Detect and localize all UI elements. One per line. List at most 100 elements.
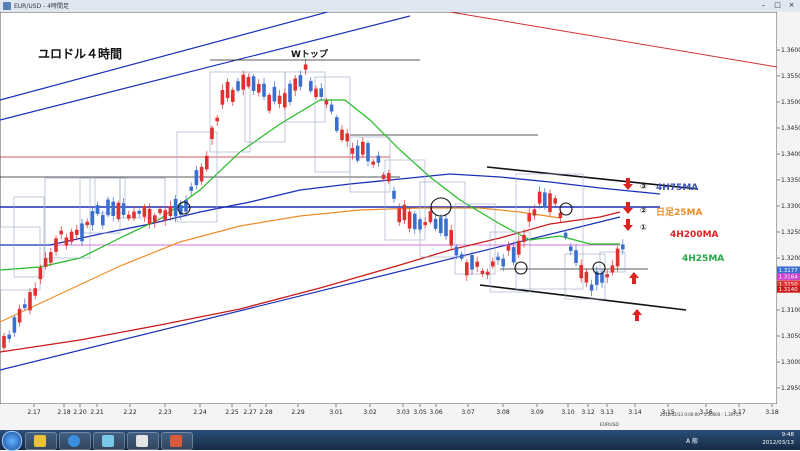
ime-indicator[interactable]: A 般 (686, 436, 698, 445)
candle-up (189, 186, 193, 191)
candle-down (43, 258, 48, 267)
x-tick-label: 2.23 (158, 409, 172, 416)
chart-area[interactable]: 1.3600 1.3550 1.3500 1.3450 1.3400 1.3350 1.33… (0, 12, 800, 430)
candle-up (111, 201, 115, 216)
start-button[interactable] (2, 431, 22, 451)
candle-down (527, 213, 531, 222)
candle-up (501, 258, 505, 267)
x-tick-label: 3.12 (581, 409, 595, 416)
candle-up (106, 199, 110, 216)
candle-up (511, 247, 516, 263)
clock-date[interactable]: 2012/03/13 (762, 440, 794, 446)
system-tray: A 般 9:48 2012/03/13 (536, 431, 796, 449)
candle-down (340, 129, 344, 140)
label-num-1: ① (640, 223, 647, 232)
y-tick-label: 1.3350 (781, 177, 800, 184)
candle-down (314, 88, 318, 98)
taskbar-image-button[interactable] (161, 432, 193, 450)
candle-down (257, 84, 261, 93)
x-tick-label: 3.13 (600, 409, 614, 416)
candle-up (335, 117, 339, 131)
candle-down (241, 74, 245, 90)
taskbar-terminal-button[interactable] (127, 432, 159, 450)
candle-down (215, 117, 219, 122)
candle-down (381, 174, 386, 180)
status-symbol: EURUSD (600, 422, 619, 428)
maximize-button[interactable]: □ (771, 1, 784, 10)
candle-down (361, 141, 365, 155)
y-tick-label: 1.3100 (781, 307, 800, 314)
candle-up (600, 273, 604, 283)
x-tick-label: 3.01 (329, 409, 343, 416)
taskbar-explorer-button[interactable] (25, 432, 57, 450)
candle-up (121, 203, 126, 215)
candle-up (470, 255, 474, 270)
minimize-button[interactable]: – (757, 1, 770, 10)
x-tick-label: 2.27 (243, 409, 257, 416)
candle-down (231, 89, 235, 103)
x-tick-label: 2.29 (291, 409, 305, 416)
candle-down (465, 262, 469, 276)
candle-down (423, 222, 427, 226)
candle-down (553, 198, 557, 204)
y-tick-label: 1.3400 (781, 151, 800, 158)
candle-down (277, 95, 282, 104)
taskbar: A 般 9:48 2012/03/13 (0, 430, 800, 451)
candle-down (210, 127, 214, 140)
candle-up (251, 76, 256, 91)
price-tag-label: 1.3177 (779, 268, 799, 274)
candle-down (283, 93, 287, 108)
candle-up (23, 304, 27, 309)
close-button[interactable]: × (785, 1, 798, 10)
candle-down (475, 261, 479, 267)
candle-up (90, 211, 95, 226)
w-top-label: Wトップ (291, 48, 329, 60)
label-4h200ma: 4H200MA (670, 230, 719, 240)
candle-up (309, 80, 313, 92)
candle-down (345, 133, 349, 142)
candle-down (142, 206, 147, 217)
candle-up (454, 246, 459, 256)
candle-down (64, 237, 69, 246)
x-tick-label: 3.08 (496, 409, 510, 416)
candle-up (329, 104, 334, 112)
candle-down (615, 248, 620, 267)
candle-up (288, 83, 292, 103)
candle-down (116, 202, 121, 220)
label-num-2: ② (640, 206, 647, 215)
candle-down (38, 267, 43, 280)
candle-down (168, 206, 173, 217)
candle-down (537, 191, 542, 204)
candle-down (397, 208, 401, 223)
x-tick-label: 3.18 (765, 409, 779, 416)
candle-down (28, 292, 32, 311)
status-range: 2012/02/13 0:00:00 - 1.30000 - 1.30715 (660, 412, 741, 417)
taskbar-app-button[interactable] (93, 432, 125, 450)
candle-up (194, 170, 199, 186)
label-4h25ma: 4H25MA (682, 254, 724, 264)
price-chart[interactable]: 1.3600 1.3550 1.3500 1.3450 1.3400 1.3350 1.33… (0, 12, 800, 430)
clock-time[interactable]: 9:48 (782, 432, 794, 438)
image-icon (170, 435, 182, 447)
x-tick-label: 3.03 (396, 409, 410, 416)
candle-down (147, 208, 152, 224)
candle-up (319, 88, 323, 97)
x-tick-label: 3.02 (363, 409, 377, 416)
y-tick-label: 1.3250 (781, 229, 800, 236)
candle-up (459, 254, 464, 259)
candle-down (532, 209, 537, 216)
candle-up (413, 213, 417, 230)
candle-up (563, 232, 568, 238)
candle-down (293, 78, 297, 91)
candle-down (350, 148, 355, 154)
candle-up (298, 75, 303, 87)
candle-down (387, 173, 391, 182)
candle-down (605, 274, 609, 278)
candle-up (439, 217, 443, 234)
candle-down (132, 211, 136, 219)
taskbar-browser-button[interactable] (59, 432, 91, 450)
candle-up (433, 218, 438, 229)
candle-down (324, 100, 329, 105)
candle-up (574, 250, 578, 263)
x-tick-label: 2.20 (73, 409, 87, 416)
